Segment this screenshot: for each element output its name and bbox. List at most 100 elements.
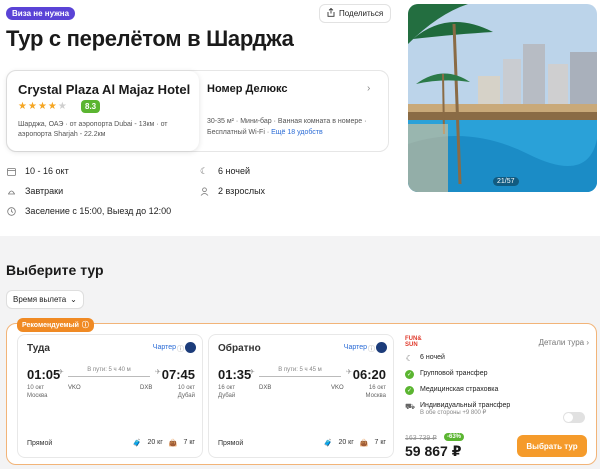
checkin-text: Заселение с 15:00, Выезд до 12:00 xyxy=(25,206,172,216)
flight-direction-label: Обратно xyxy=(218,343,261,354)
nights-text: 6 ночей xyxy=(218,166,251,176)
guests-text: 2 взрослых xyxy=(218,186,266,196)
origin-airport-code: VKO xyxy=(68,385,81,391)
hotel-photo[interactable]: 21/57 xyxy=(408,4,597,192)
select-tour-button[interactable]: Выбрать тур xyxy=(517,435,587,457)
rating-badge: 8.3 xyxy=(81,100,101,113)
choose-tour-heading: Выберите тур xyxy=(6,262,104,278)
return-flight[interactable]: Обратно Чартер ⓘ 01:35 16 окт Дубай ✈ В п… xyxy=(208,334,394,458)
visa-not-required-badge: Виза не нужна xyxy=(6,7,76,20)
tour-offer-card: Туда Чартер ⓘ 01:05 10 окт Москва ✈ В пут… xyxy=(6,323,597,465)
chevron-down-icon: ⌄ xyxy=(70,295,77,304)
offer-panel: FUN& SUN Детали тура › ☾ 6 ночей ✓ Группо… xyxy=(401,329,591,461)
arrival-time: 07:45 xyxy=(161,367,195,382)
departure-date: 16 окт Дубай xyxy=(218,385,236,399)
baggage-info: 🧳 20 кг 👜 7 кг xyxy=(323,439,386,447)
landing-icon: ✈ xyxy=(346,369,352,376)
star-icon: ★ xyxy=(18,101,27,112)
departure-time-filter-label: Время вылета xyxy=(13,295,67,304)
individual-transfer-toggle[interactable] xyxy=(563,412,585,423)
tour-header-section: Виза не нужна Поделиться Тур с перелётом… xyxy=(0,0,600,234)
tour-price: 59 867 ₽ xyxy=(405,443,462,459)
info-icon[interactable]: ⓘ xyxy=(177,344,184,354)
direct-flight-label: Прямой xyxy=(27,440,53,447)
nights-feature: ☾ 6 ночей xyxy=(405,354,445,363)
old-price: 163 739 ₽ xyxy=(405,435,437,442)
charter-label: Чартер xyxy=(152,344,176,351)
hotel-summary[interactable]: Crystal Plaza Al Majaz Hotel ★ ★ ★ ★ ★ 8… xyxy=(7,71,199,151)
info-icon[interactable]: ⓘ xyxy=(82,320,89,330)
share-label: Поделиться xyxy=(339,9,384,18)
room-title[interactable]: Номер Делюкс xyxy=(207,83,288,95)
nights-row: ☾ 6 ночей xyxy=(199,165,251,177)
recommended-label: Рекомендуемый xyxy=(22,321,79,329)
destination-airport-code: DXB xyxy=(140,385,153,391)
group-transfer-feature: ✓ Групповой трансфер xyxy=(405,370,487,379)
check-icon: ✓ xyxy=(405,370,414,379)
star-empty-icon: ★ xyxy=(57,101,67,112)
tour-operator-logo: FUN& SUN xyxy=(405,336,422,348)
direct-flight-label: Прямой xyxy=(218,440,244,447)
user-icon xyxy=(199,186,209,196)
airline-logo xyxy=(185,342,196,353)
tour-selection-section: Выберите тур Время вылета ⌄ Рекомендуемы… xyxy=(0,236,600,469)
moon-icon: ☾ xyxy=(405,354,414,363)
flight-duration: В пути: 5 ч 40 м xyxy=(87,367,131,373)
star-icon: ★ xyxy=(27,101,37,112)
outbound-flight[interactable]: Туда Чартер ⓘ 01:05 10 окт Москва ✈ В пут… xyxy=(17,334,203,458)
meals-row: Завтраки xyxy=(6,186,63,196)
departure-time: 01:35 xyxy=(218,367,252,382)
calendar-icon xyxy=(6,166,16,176)
room-features: 30-35 м² · Мини-бар · Ванная комната в н… xyxy=(207,116,385,138)
star-icon: ★ xyxy=(47,101,57,112)
share-icon xyxy=(327,7,335,19)
meals-text: Завтраки xyxy=(25,186,64,196)
arrival-time: 06:20 xyxy=(352,367,386,382)
moon-icon: ☾ xyxy=(199,165,209,176)
tour-details-link[interactable]: Детали тура › xyxy=(539,338,589,347)
guests-row: 2 взрослых xyxy=(199,186,265,196)
carry-on-icon: 👜 xyxy=(359,440,369,447)
dates-text: 10 - 16 окт xyxy=(25,166,69,176)
charter-label: Чартер xyxy=(343,344,367,351)
clock-icon xyxy=(6,206,16,216)
car-icon: ⛟ xyxy=(405,402,416,411)
checkin-row: Заселение с 15:00, Выезд до 12:00 xyxy=(6,206,171,216)
photo-counter: 21/57 xyxy=(493,177,519,186)
page-title: Тур с перелётом в Шарджа xyxy=(6,26,294,51)
baggage-info: 🧳 20 кг 👜 7 кг xyxy=(132,439,195,447)
more-amenities-link[interactable]: Ещё 18 удобств xyxy=(271,129,323,136)
destination-airport-code: VKO xyxy=(331,385,344,391)
insurance-feature: ✓ Медицинская страховка xyxy=(405,386,498,395)
takeoff-icon: ✈ xyxy=(249,369,255,376)
hotel-location: Шарджа, ОАЭ · от аэропорта Dubai - 13км … xyxy=(18,121,168,138)
chevron-right-icon[interactable]: › xyxy=(367,83,370,94)
origin-airport-code: DXB xyxy=(259,385,272,391)
individual-transfer-feature: ⛟ Индивидуальный трансфер В обе стороны … xyxy=(405,402,510,416)
insurance-label: Медицинская страховка xyxy=(420,386,499,393)
departure-time-filter[interactable]: Время вылета ⌄ xyxy=(6,290,84,309)
landing-icon: ✈ xyxy=(155,369,161,376)
flight-route-line xyxy=(68,376,150,377)
hotel-name[interactable]: Crystal Plaza Al Majaz Hotel xyxy=(18,82,190,97)
hotel-info-card: Crystal Plaza Al Majaz Hotel ★ ★ ★ ★ ★ 8… xyxy=(6,70,389,152)
recommended-badge: Рекомендуемый ⓘ xyxy=(17,318,94,332)
airline-logo xyxy=(376,342,387,353)
info-icon[interactable]: ⓘ xyxy=(368,344,375,354)
discount-badge: -63% xyxy=(444,433,465,441)
individual-transfer-text: Индивидуальный трансфер В обе стороны +9… xyxy=(420,402,511,416)
carry-on-icon: 👜 xyxy=(168,440,178,447)
departure-time: 01:05 xyxy=(27,367,61,382)
share-button[interactable]: Поделиться xyxy=(319,4,392,23)
dates-row: 10 - 16 окт xyxy=(6,166,69,176)
star-icon: ★ xyxy=(37,101,47,112)
arrival-date: 16 окт Москва xyxy=(365,385,386,399)
group-transfer-label: Групповой трансфер xyxy=(420,370,488,377)
flight-direction-label: Туда xyxy=(27,343,50,354)
arrival-date: 10 окт Дубай xyxy=(177,385,195,399)
meal-icon xyxy=(6,186,16,196)
departure-date: 10 окт Москва xyxy=(27,385,48,399)
flight-route-line xyxy=(259,376,341,377)
takeoff-icon: ✈ xyxy=(58,369,64,376)
check-icon: ✓ xyxy=(405,386,414,395)
